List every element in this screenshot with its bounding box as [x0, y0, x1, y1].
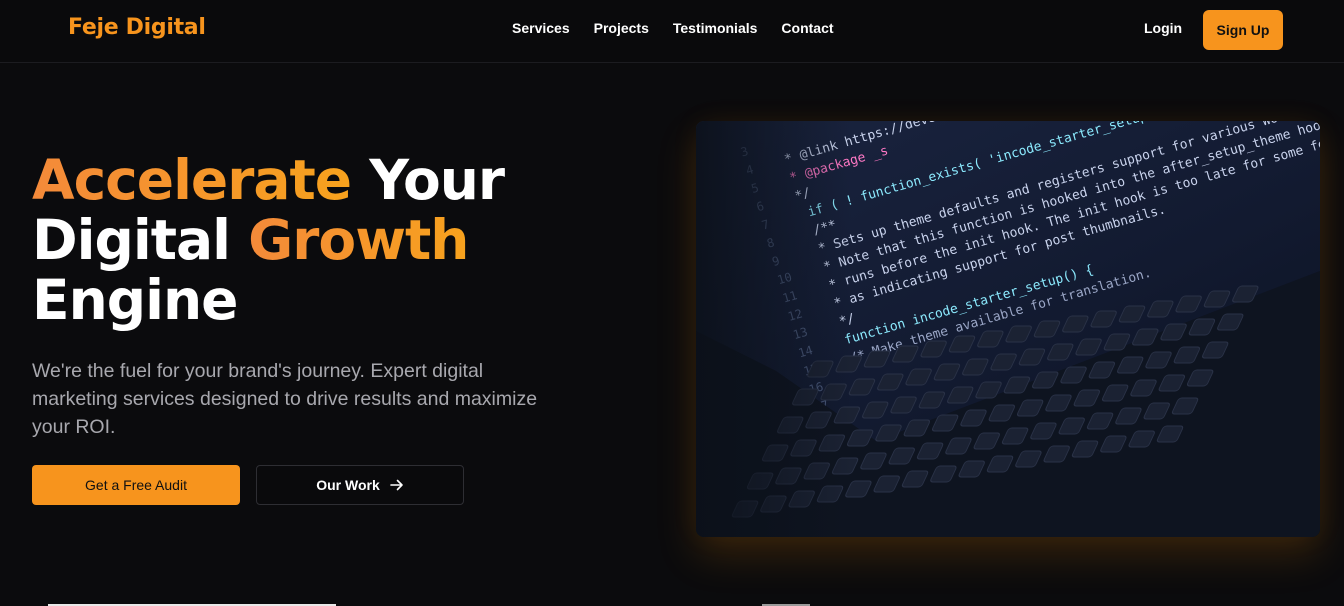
our-work-button[interactable]: Our Work — [256, 465, 464, 505]
brand-logo[interactable]: Feje Digital — [68, 15, 206, 40]
hero-image-laptop-code: 34567891011121314151617* @link https://d… — [696, 121, 1320, 537]
laptop-code-illustration: 34567891011121314151617* @link https://d… — [696, 121, 1320, 537]
nav-link-projects[interactable]: Projects — [594, 20, 649, 36]
nav-link-services[interactable]: Services — [512, 20, 570, 36]
headline-word-digital: Digital — [32, 208, 249, 272]
photo-vignette — [696, 121, 1320, 537]
login-link[interactable]: Login — [1144, 20, 1182, 36]
hero-headline: Accelerate Your Digital Growth Engine — [32, 150, 652, 330]
hero-subtext: We're the fuel for your brand's journey.… — [32, 360, 538, 438]
top-navbar: Feje Digital Services Projects Testimoni… — [0, 0, 1344, 63]
arrow-right-icon — [389, 479, 404, 491]
nav-links: Services Projects Testimonials Contact — [512, 20, 834, 36]
signup-button[interactable]: Sign Up — [1203, 10, 1283, 50]
free-audit-button[interactable]: Get a Free Audit — [32, 465, 240, 505]
headline-accent-word-accelerate: Accelerate — [32, 148, 352, 212]
page: Feje Digital Services Projects Testimoni… — [0, 0, 1344, 606]
headline-line-2: Digital Growth — [32, 210, 652, 270]
nav-link-testimonials[interactable]: Testimonials — [673, 20, 758, 36]
our-work-label: Our Work — [316, 477, 380, 493]
nav-link-contact[interactable]: Contact — [781, 20, 833, 36]
headline-word-your: Your — [351, 148, 505, 212]
headline-line-1: Accelerate Your — [32, 150, 652, 210]
headline-line-3: Engine — [32, 268, 238, 332]
headline-accent-word-growth: Growth — [248, 208, 469, 272]
